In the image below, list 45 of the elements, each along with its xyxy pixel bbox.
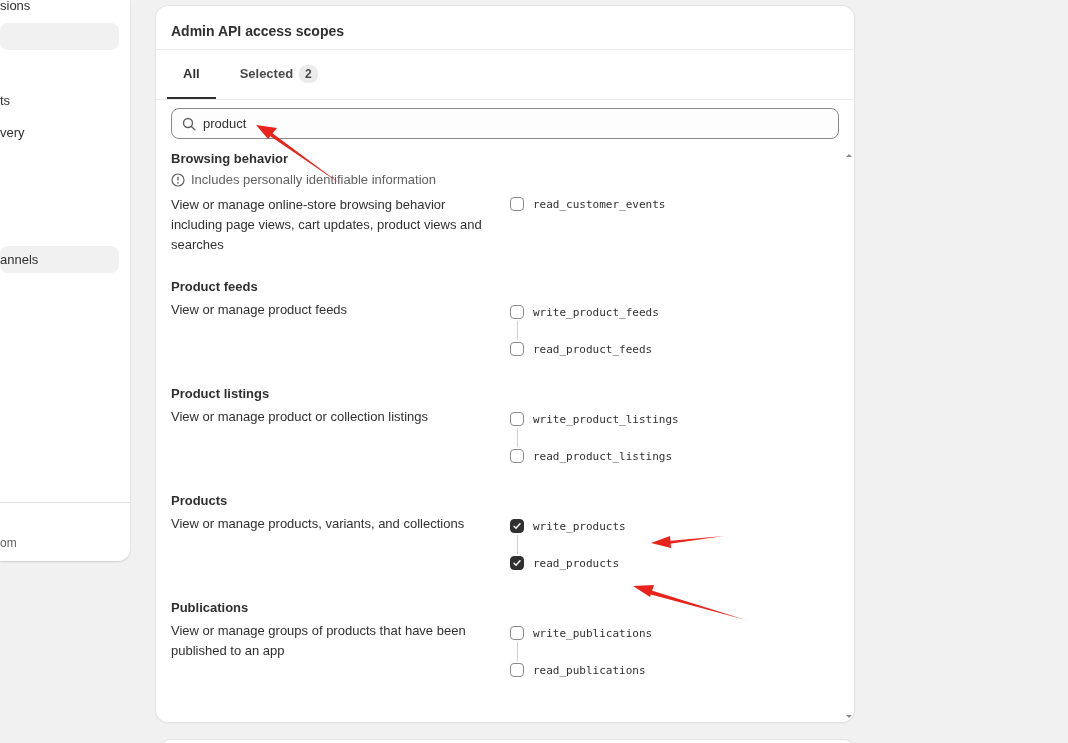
search-field[interactable]: product (171, 108, 839, 139)
group-description: View or manage products, variants, and collections (171, 515, 466, 533)
card-title: Admin API access scopes (156, 6, 854, 50)
info-icon (171, 172, 185, 187)
scroll-up-icon[interactable] (846, 154, 852, 157)
scope-name: read_product_listings (533, 449, 673, 463)
scope-name: read_publications (533, 663, 646, 677)
footer-text: om (0, 536, 17, 550)
group-title: Product feeds (171, 279, 259, 294)
scroll-down-icon[interactable] (846, 715, 852, 718)
sidebar-item[interactable]: annels (0, 246, 119, 273)
check-icon (512, 558, 522, 568)
group-description: View or manage product feeds (171, 301, 349, 319)
group-title: Publications (171, 600, 250, 615)
checkbox[interactable] (510, 556, 524, 570)
tab[interactable]: Selected 2 (223, 50, 334, 99)
search-icon (182, 117, 196, 131)
group-description: View or manage online-store browsing behavior including page views, cart updates, product views and searches (171, 196, 483, 254)
tab[interactable]: All (167, 50, 216, 99)
checkbox[interactable] (510, 626, 524, 640)
checkbox[interactable] (510, 519, 524, 533)
scope-name: read_products (533, 556, 620, 570)
check-icon (512, 521, 522, 531)
sidebar-item[interactable]: sions (0, 0, 119, 19)
checkbox[interactable] (510, 305, 524, 319)
sidebar-item[interactable]: very (0, 119, 119, 146)
scope-name: write_products (533, 519, 626, 533)
group-title: Browsing behavior (171, 151, 290, 166)
scope-name: read_product_feeds (533, 342, 653, 356)
checkbox[interactable] (510, 449, 524, 463)
sidebar-item[interactable]: ts (0, 87, 119, 114)
group-title: Product listings (171, 386, 271, 401)
checkbox[interactable] (510, 342, 524, 356)
checkbox[interactable] (510, 412, 524, 426)
warning-text: Includes personally identifiable information (191, 172, 436, 187)
scope-name: read_customer_events (533, 197, 666, 211)
group-description: View or manage product or collection listings (171, 408, 429, 426)
scope-name: write_product_listings (533, 412, 679, 426)
checkbox[interactable] (510, 663, 524, 677)
group-title: Products (171, 493, 229, 508)
count-badge: 2 (299, 64, 318, 83)
scope-name: write_publications (533, 626, 653, 640)
checkbox[interactable] (510, 197, 524, 211)
scope-name: write_product_feeds (533, 305, 659, 319)
group-description: View or manage groups of products that have been published to an app (171, 622, 467, 660)
